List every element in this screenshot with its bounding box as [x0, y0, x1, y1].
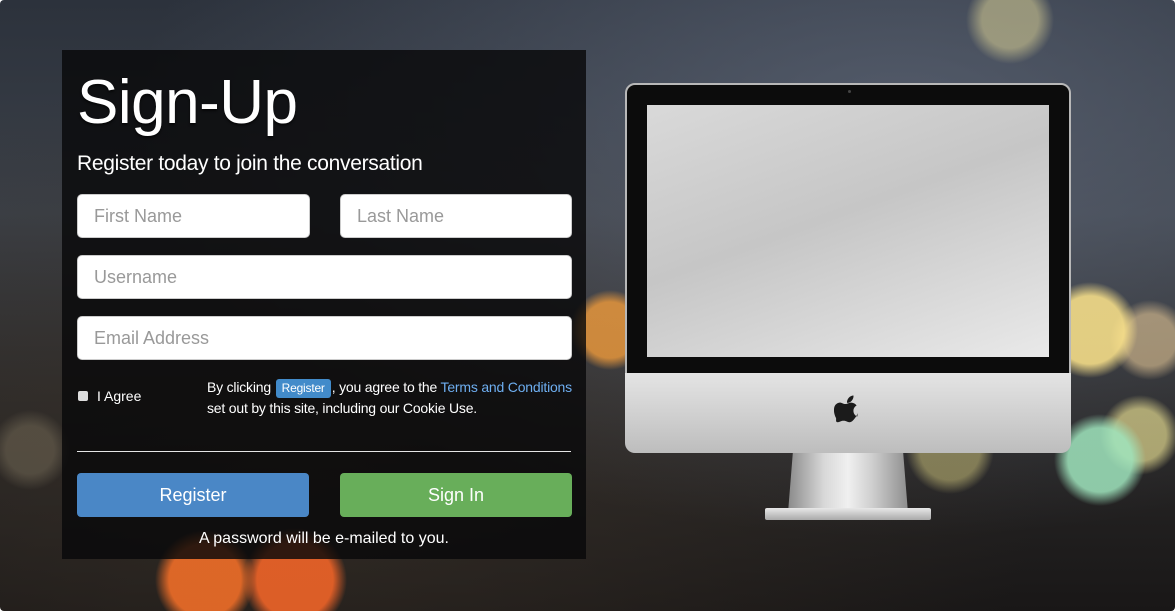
- divider: [77, 451, 571, 452]
- signup-panel: Sign-Up Register today to join the conve…: [62, 50, 586, 559]
- terms-link[interactable]: Terms and Conditions: [441, 379, 573, 395]
- imac-stand-base: [765, 508, 931, 520]
- apple-logo-icon: [834, 395, 858, 423]
- imac-stand: [788, 453, 908, 513]
- first-name-input[interactable]: [77, 194, 310, 238]
- terms-prefix: By clicking: [207, 379, 271, 395]
- password-note: A password will be e-mailed to you.: [199, 530, 449, 547]
- email-input[interactable]: [77, 316, 572, 360]
- imac-display: [625, 83, 1071, 375]
- agree-checkbox[interactable]: [78, 391, 88, 401]
- sign-in-button[interactable]: Sign In: [340, 473, 572, 517]
- imac-illustration: [625, 83, 1071, 523]
- last-name-input[interactable]: [340, 194, 572, 238]
- imac-screen: [647, 105, 1049, 357]
- agree-label: I Agree: [97, 388, 142, 404]
- terms-suffix: set out by this site, including our Cook…: [207, 400, 477, 416]
- terms-text: By clicking Register, you agree to the T…: [207, 377, 577, 418]
- register-badge: Register: [275, 379, 331, 398]
- username-input[interactable]: [77, 255, 572, 299]
- register-button[interactable]: Register: [77, 473, 309, 517]
- imac-chin: [625, 373, 1071, 453]
- agree-checkbox-row[interactable]: I Agree: [78, 388, 141, 404]
- page-title: Sign-Up: [77, 68, 298, 137]
- terms-middle: , you agree to the: [331, 379, 438, 395]
- page-subtitle: Register today to join the conversation: [77, 152, 423, 175]
- background-stage: Sign-Up Register today to join the conve…: [0, 0, 1175, 611]
- camera-icon: [848, 90, 851, 93]
